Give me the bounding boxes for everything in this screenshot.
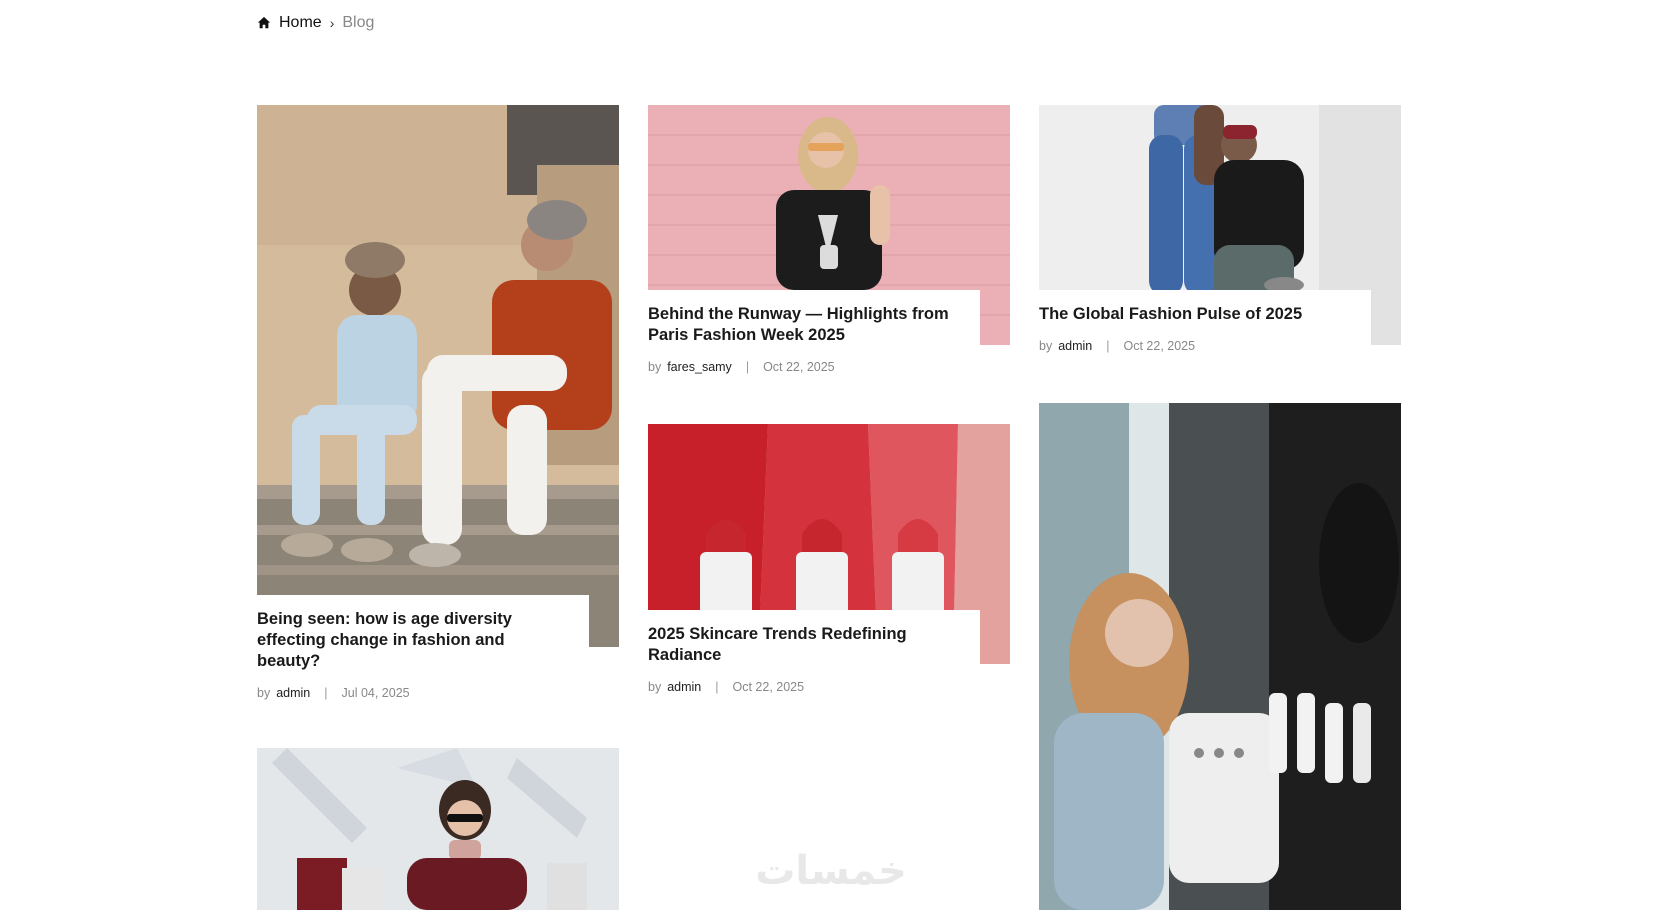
post-by-label: by xyxy=(648,360,662,374)
post-title[interactable]: The Global Fashion Pulse of 2025 xyxy=(1039,304,1353,325)
post-by-label: by xyxy=(648,680,662,694)
blog-post-card[interactable]: Being seen: how is age diversity effecti… xyxy=(257,105,619,715)
chevron-right-icon: › xyxy=(329,15,335,31)
khamsat-watermark-logo: خمسات xyxy=(728,846,934,894)
post-thumbnail[interactable] xyxy=(257,105,619,647)
meta-separator: | xyxy=(745,360,750,374)
post-meta: by admin | Oct 22, 2025 xyxy=(648,680,962,694)
meta-separator: | xyxy=(715,680,719,694)
post-date: Jul 04, 2025 xyxy=(341,686,410,700)
post-author-link[interactable]: admin xyxy=(276,686,310,700)
post-title[interactable]: Behind the Runway — Highlights from Pari… xyxy=(648,304,962,346)
breadcrumb-current: Blog xyxy=(342,14,375,31)
blog-post-card[interactable] xyxy=(257,748,619,910)
post-author-link[interactable]: admin xyxy=(667,680,701,694)
post-date: Oct 22, 2025 xyxy=(1123,339,1196,353)
post-by-label: by xyxy=(257,686,271,700)
post-title[interactable]: 2025 Skincare Trends Redefining Radiance xyxy=(648,624,962,666)
post-author-link[interactable]: admin xyxy=(1058,339,1092,353)
breadcrumb: Home › Blog xyxy=(257,12,374,34)
home-icon[interactable] xyxy=(257,16,271,30)
blog-post-card[interactable]: Behind the Runway — Highlights from Pari… xyxy=(648,105,1010,395)
blog-post-card[interactable]: The Global Fashion Pulse of 2025 by admi… xyxy=(1039,105,1401,365)
blog-post-card[interactable] xyxy=(1039,403,1401,910)
meta-separator: | xyxy=(1106,339,1110,353)
blog-post-card[interactable]: 2025 Skincare Trends Redefining Radiance… xyxy=(648,424,1010,714)
post-date: Oct 22, 2025 xyxy=(732,680,805,694)
breadcrumb-home-link[interactable]: Home xyxy=(279,14,322,32)
svg-text:خمسات: خمسات xyxy=(755,848,907,894)
post-thumbnail[interactable] xyxy=(257,748,619,910)
post-author-link[interactable]: fares_samy xyxy=(667,360,732,374)
post-thumbnail[interactable] xyxy=(1039,403,1401,910)
post-by-label: by xyxy=(1039,339,1053,353)
post-meta: by admin | Oct 22, 2025 xyxy=(1039,339,1353,353)
post-meta: by fares_samy | Oct 22, 2025 xyxy=(648,360,962,374)
meta-separator: | xyxy=(324,686,328,700)
post-date: Oct 22, 2025 xyxy=(763,360,835,374)
post-title[interactable]: Being seen: how is age diversity effecti… xyxy=(257,609,571,672)
post-meta: by admin | Jul 04, 2025 xyxy=(257,686,571,700)
